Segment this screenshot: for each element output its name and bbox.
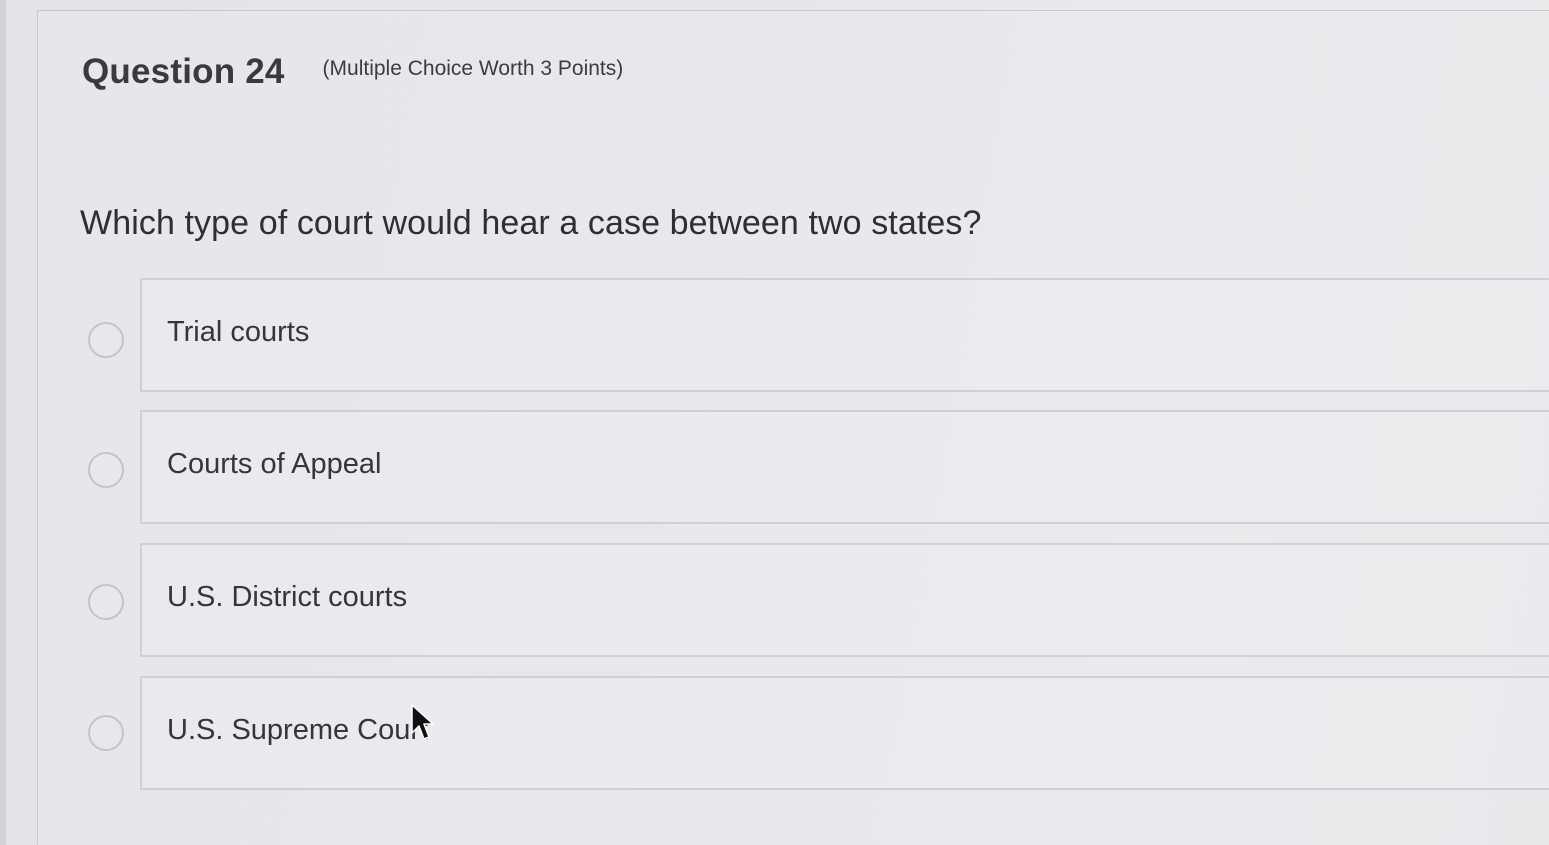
answer-option[interactable]: U.S. District courts [0, 543, 1549, 661]
radio-button-icon[interactable] [88, 715, 124, 751]
answer-option-box[interactable]: U.S. District courts [140, 543, 1549, 657]
answer-option-label: U.S. District courts [167, 581, 408, 613]
question-title: Question 24 [82, 52, 285, 91]
answer-option-box[interactable]: Trial courts [140, 278, 1549, 392]
answer-option-label: U.S. Supreme Court [167, 714, 429, 746]
answer-option-box[interactable]: U.S. Supreme Court [140, 676, 1549, 790]
answer-option[interactable]: Trial courts [0, 278, 1549, 396]
question-points: (Multiple Choice Worth 3 Points) [322, 57, 624, 80]
question-text: Which type of court would hear a case be… [80, 204, 982, 242]
radio-button-icon[interactable] [88, 452, 124, 488]
radio-button-icon[interactable] [88, 322, 124, 358]
answer-option-box[interactable]: Courts of Appeal [140, 410, 1549, 524]
mouse-pointer-icon [411, 704, 434, 740]
answer-option-label: Courts of Appeal [167, 448, 382, 480]
answer-option-label: Trial courts [167, 316, 310, 348]
radio-button-icon[interactable] [88, 584, 124, 620]
question-header: Question 24 (Multiple Choice Worth 3 Poi… [82, 52, 623, 92]
answer-option[interactable]: Courts of Appeal [0, 410, 1549, 528]
answer-option[interactable]: U.S. Supreme Court [0, 676, 1549, 794]
